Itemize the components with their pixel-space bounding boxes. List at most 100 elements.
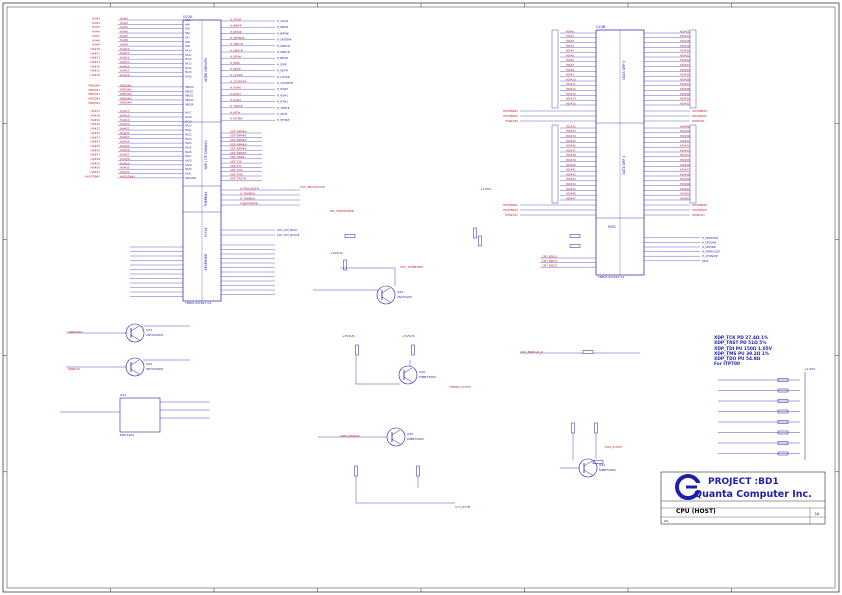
pin-name: HA9: [185, 45, 190, 48]
transistor-ref: Q29: [397, 290, 403, 294]
net-label: HDINV#0: [505, 119, 518, 123]
net-label: HD#62: [680, 192, 690, 196]
pin-name: HA10: [185, 49, 192, 52]
pin-name: HA20: [185, 125, 192, 128]
net-label: H_ADS#: [230, 17, 242, 21]
net-label: SMBDATA: [68, 330, 83, 334]
chip-group-label: DATA GRP 1: [622, 156, 626, 175]
net-label: H_PWRGOOD: [702, 250, 720, 254]
net-label: H_BR0#: [277, 56, 289, 60]
net-label: H_DBSY#: [230, 48, 244, 52]
net-label: H_DPRSTP#: [702, 236, 719, 240]
net-label: THERM_SYSTE: [448, 385, 471, 389]
pin-name: HA3: [185, 19, 190, 22]
net-label: HD#6: [566, 58, 574, 62]
pin-name: HA11: [185, 54, 192, 57]
net-label: H_DBSY#: [277, 50, 291, 54]
bus-bracket: [551, 124, 559, 204]
resistor: [355, 344, 359, 356]
net-label: HD#56: [680, 163, 690, 167]
net-label: HD#10: [566, 77, 576, 81]
transistor-lead: [391, 429, 401, 436]
size-value: A3: [664, 519, 668, 523]
net-label: CLK_CPU_BCLK: [277, 228, 297, 232]
resistor: [594, 422, 598, 434]
pin-name: HA17: [185, 112, 192, 115]
net-label: H_DRDY#: [277, 44, 291, 48]
net-label: HD#28: [680, 87, 690, 91]
rail-label: +3VSUS: [330, 251, 343, 255]
net-label: HD#42: [566, 172, 576, 176]
net-label: HD#43: [566, 177, 576, 181]
net-label: FAN_SYSTE: [605, 445, 622, 449]
net-label: HD#63: [680, 196, 690, 200]
resistor: [411, 344, 415, 356]
chip-ref: U24: [120, 393, 126, 397]
net-label: H_RS#2: [277, 100, 288, 104]
net-label: HDSTBN#2: [503, 203, 519, 207]
resistor: [569, 244, 581, 248]
pin-name: HA29: [185, 164, 192, 167]
net-label: HD#24: [680, 68, 690, 72]
net-label: H_IERR: [230, 61, 240, 65]
net-label: HD#11: [566, 82, 576, 86]
net-label: XDP_TRST#: [230, 177, 247, 181]
net-label: HD#37: [566, 148, 576, 152]
bus-bracket: [689, 124, 697, 204]
transistor-part: MMBT3904: [419, 375, 436, 379]
net-label: H_ADS#: [277, 19, 289, 23]
net-label: HD#26: [680, 77, 690, 81]
resistor: [582, 350, 594, 354]
chip-part: TMEM-437647-01: [597, 275, 624, 279]
net-label: CPU_BSEL2: [542, 264, 558, 268]
net-label: HDSTBN#0: [503, 109, 519, 113]
net-label: HA#16: [90, 73, 100, 77]
pin-name: HA15: [185, 71, 192, 74]
net-label: H_BPRI#: [277, 31, 289, 35]
net-label: H_RS#1: [230, 92, 241, 96]
transistor-lead: [130, 325, 140, 332]
net-label: CPU_PROCHOT#: [300, 185, 325, 189]
net-label: HD#1: [566, 34, 574, 38]
pin-name: HA25: [185, 146, 192, 149]
net-label: HD#5: [566, 53, 574, 57]
resistor: [344, 234, 356, 238]
net-label: H_DEFER#: [230, 36, 245, 40]
chip-group-label: DATA GRP 0: [622, 61, 626, 80]
net-label: HD#53: [680, 148, 690, 152]
transistor-ref: Q30: [419, 370, 425, 374]
chip-group-label: RESERVED: [204, 253, 208, 271]
pin-name: HREQ4: [185, 103, 194, 106]
net-label: HD#0: [566, 29, 574, 33]
transistor-lead: [130, 334, 140, 341]
wire-layer: [60, 19, 806, 504]
net-label: SYS_RSTB: [455, 505, 470, 509]
net-label: HD#32: [566, 124, 576, 128]
net-label: HD#8: [566, 68, 574, 72]
transistor-lead: [583, 460, 593, 467]
pin-name: HREQ3: [185, 99, 194, 102]
pin-name: HA16: [185, 76, 192, 79]
chip-group-label: ADDR GROUP0: [204, 58, 208, 82]
net-label: HD#27: [680, 82, 690, 86]
transistor-part: MMBT3904: [407, 437, 424, 441]
net-label: H_DRDY#: [230, 42, 244, 46]
resistor: [343, 259, 347, 271]
pin-name: HA21: [185, 129, 192, 132]
net-label: HD#34: [566, 134, 576, 138]
rev-value: 1A: [815, 512, 820, 516]
net-label: HD#58: [680, 172, 690, 176]
net-label: HD#14: [566, 97, 576, 101]
net-label: PM_THRMTRIP#: [330, 209, 354, 213]
net-label: HD#49: [680, 129, 690, 133]
net-label: HD#2: [566, 39, 574, 43]
thermal-sensor-body: [119, 397, 161, 433]
net-label: VRM_PWRGD: [340, 434, 360, 438]
net-label: H_HITM#: [277, 118, 290, 122]
pin-name: HA7: [185, 36, 190, 39]
transistor-lead: [403, 376, 413, 383]
net-label: HD#61: [680, 187, 690, 191]
net-label: HDSTBP#2: [503, 208, 518, 212]
chip-group-label: XDP / ITP SIGNALS: [204, 140, 208, 169]
net-label: HD#29: [680, 92, 690, 96]
